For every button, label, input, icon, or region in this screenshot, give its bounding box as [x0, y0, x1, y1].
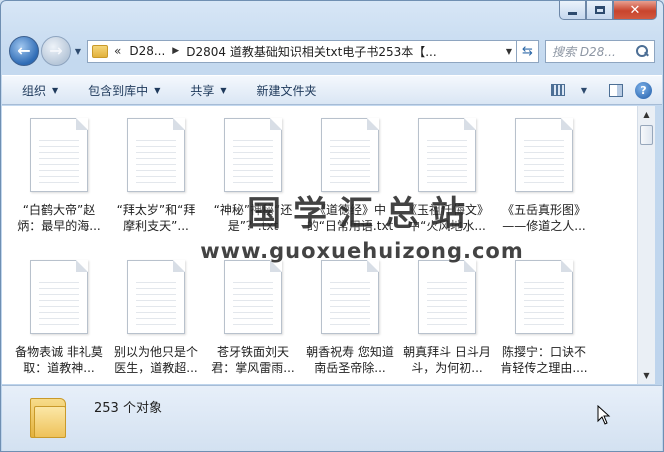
file-name: “神秘”神秘“还是”？.txt	[213, 203, 293, 233]
text-file-icon	[30, 118, 88, 192]
search-input[interactable]: 搜索 D28...	[545, 39, 655, 63]
folder-icon	[92, 44, 108, 58]
help-icon[interactable]: ?	[635, 81, 652, 99]
maximize-button[interactable]	[586, 1, 613, 20]
file-name: “拜太岁”和“拜摩利支天”...	[116, 203, 196, 233]
window-caption-buttons: ✕	[559, 1, 657, 20]
refresh-icon: ⇆	[522, 43, 533, 59]
scrollbar-thumb[interactable]	[640, 125, 653, 145]
organize-label: 组织	[22, 83, 47, 98]
new-folder-label: 新建文件夹	[256, 83, 317, 98]
file-item[interactable]: 别以为他只是个医生，道教超...	[108, 260, 204, 376]
text-file-icon	[418, 260, 476, 334]
include-in-library-menu[interactable]: 包含到库中 ▼	[88, 82, 160, 99]
forward-button[interactable]: →	[41, 36, 71, 66]
share-menu[interactable]: 共享 ▼	[190, 82, 226, 99]
text-file-icon	[127, 118, 185, 192]
file-name: “白鹤大帝”赵炳：最早的海...	[17, 203, 101, 233]
close-button[interactable]: ✕	[613, 1, 657, 20]
file-name: 朝香祝寿 您知道南岳圣帝除...	[306, 345, 394, 375]
item-count: 253 个对象	[94, 401, 162, 416]
search-icon[interactable]	[636, 45, 648, 57]
mouse-cursor-icon	[597, 405, 611, 425]
back-button[interactable]: ←	[9, 36, 39, 66]
file-name: 陈撄宁：口诀不肯轻传之理由....	[500, 345, 588, 375]
refresh-button[interactable]: ⇆	[517, 39, 539, 63]
organize-menu[interactable]: 组织 ▼	[22, 82, 58, 99]
preview-pane-icon[interactable]	[609, 83, 623, 97]
file-item[interactable]: 朝真拜斗 日斗月斗，为何初...	[399, 260, 495, 376]
change-view-button[interactable]	[545, 80, 571, 100]
file-name: 《玉祖仟悔文》中“火风地水...	[404, 203, 489, 233]
address-history-dropdown[interactable]: ▼	[506, 47, 512, 56]
command-bar: 组织 ▼ 包含到库中 ▼ 共享 ▼ 新建文件夹 ▼ ?	[2, 75, 662, 105]
file-name: 《五岳真形图》——修道之人...	[501, 203, 586, 233]
include-in-library-label: 包含到库中	[88, 83, 149, 98]
text-file-icon	[30, 260, 88, 334]
file-list: “白鹤大帝”赵炳：最早的海... “拜太岁”和“拜摩利支天”... “神秘”神秘…	[2, 106, 637, 384]
chevron-down-icon: ▼	[52, 85, 59, 95]
text-file-icon	[515, 260, 573, 334]
file-item[interactable]: 朝香祝寿 您知道南岳圣帝除...	[302, 260, 398, 376]
minimize-icon	[568, 11, 577, 15]
folder-icon	[30, 392, 66, 440]
text-file-icon	[224, 260, 282, 334]
file-item[interactable]: “神秘”神秘“还是”？.txt	[205, 118, 301, 234]
file-name: 《道德经》中的“日常用语.txt	[306, 203, 394, 233]
search-placeholder: 搜索 D28...	[552, 44, 616, 59]
breadcrumb-separator-icon[interactable]: ▶	[172, 46, 179, 56]
text-file-icon	[224, 118, 282, 192]
view-controls: ▼ ?	[545, 80, 652, 100]
chevron-down-icon: ▼	[154, 85, 161, 95]
text-file-icon	[321, 118, 379, 192]
file-name: 备物表诚 非礼莫取：道教神...	[15, 345, 103, 375]
explorer-window: ✕ ← → ▼ « D28... ▶ D2804 道教基础知识相关txt电子书2…	[0, 0, 664, 452]
address-bar[interactable]: « D28... ▶ D2804 道教基础知识相关txt电子书253本【... …	[87, 39, 517, 63]
new-folder-button[interactable]: 新建文件夹	[257, 82, 317, 99]
vertical-scrollbar[interactable]: ▲ ▼	[637, 106, 655, 384]
file-name: 朝真拜斗 日斗月斗，为何初...	[403, 345, 491, 375]
minimize-button[interactable]	[559, 1, 586, 20]
text-file-icon	[418, 118, 476, 192]
chevron-down-icon: ▼	[220, 85, 227, 95]
file-name: 苍牙铁面刘天君：掌风雷雨...	[211, 345, 295, 375]
maximize-icon	[594, 6, 605, 14]
breadcrumb-item[interactable]: D2804 道教基础知识相关txt电子书253本【...	[186, 43, 436, 60]
breadcrumb-item[interactable]: D28...	[129, 44, 165, 58]
back-arrow-icon: ←	[17, 41, 31, 60]
file-item[interactable]: “拜太岁”和“拜摩利支天”...	[108, 118, 204, 234]
scroll-up-icon[interactable]: ▲	[638, 106, 655, 123]
file-item[interactable]: 苍牙铁面刘天君：掌风雷雨...	[205, 260, 301, 376]
share-label: 共享	[190, 83, 215, 98]
text-file-icon	[515, 118, 573, 192]
view-icon	[551, 84, 565, 96]
file-item[interactable]: 《道德经》中的“日常用语.txt	[302, 118, 398, 234]
file-item[interactable]: “白鹤大帝”赵炳：最早的海...	[11, 118, 107, 234]
scroll-down-icon[interactable]: ▼	[638, 367, 655, 384]
more-views-dropdown[interactable]: ▼	[571, 80, 597, 100]
navigation-row: ← → ▼ « D28... ▶ D2804 道教基础知识相关txt电子书253…	[9, 36, 655, 66]
text-file-icon	[127, 260, 185, 334]
file-item[interactable]: 陈撄宁：口诀不肯轻传之理由....	[496, 260, 592, 376]
file-name: 别以为他只是个医生，道教超...	[113, 345, 198, 375]
address-overflow-chevrons[interactable]: «	[114, 44, 121, 58]
close-icon: ✕	[629, 2, 641, 18]
file-item[interactable]: 备物表诚 非礼莫取：道教神...	[11, 260, 107, 376]
text-file-icon	[321, 260, 379, 334]
recent-pages-dropdown[interactable]: ▼	[73, 46, 83, 56]
file-item[interactable]: 《五岳真形图》——修道之人...	[496, 118, 592, 234]
forward-arrow-icon: →	[49, 41, 63, 60]
details-pane: 253 个对象	[2, 385, 662, 451]
file-item[interactable]: 《玉祖仟悔文》中“火风地水...	[399, 118, 495, 234]
